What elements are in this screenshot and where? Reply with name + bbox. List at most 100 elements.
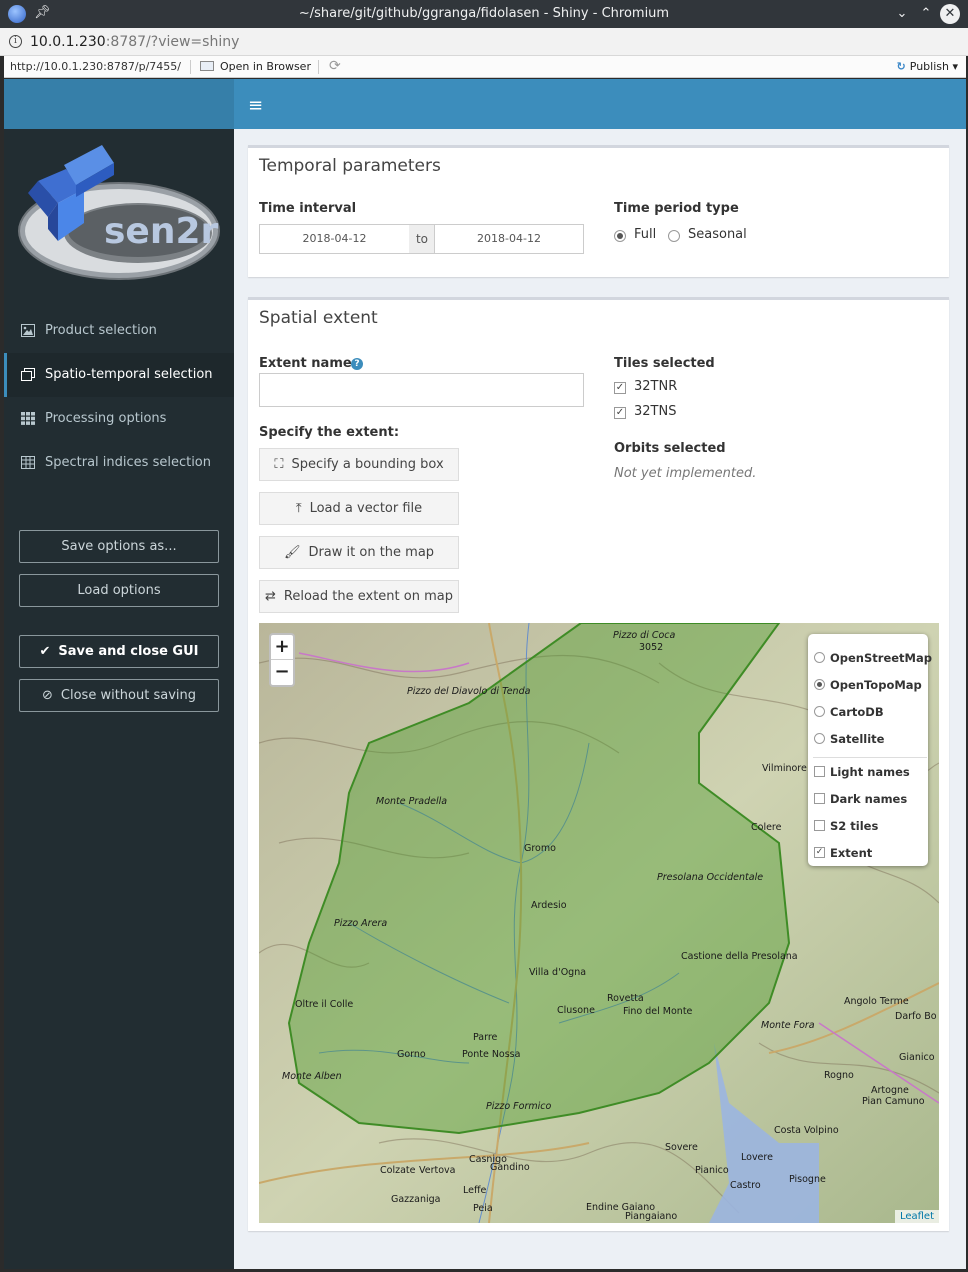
map-place-label: Castione della Presolana: [681, 951, 798, 962]
map-place-label: Rogno: [824, 1070, 854, 1081]
temporal-parameters-box: Temporal parameters Time interval 2018-0…: [248, 145, 949, 277]
toolbar-divider: [318, 60, 319, 74]
draw-on-map-button[interactable]: 🖌︎ Draw it on the map: [259, 536, 459, 569]
overlay-label: Dark names: [830, 792, 908, 806]
viewer-url: http://10.0.1.230:8787/p/7455/: [10, 60, 181, 73]
save-and-close-button[interactable]: ✔ Save and close GUI: [19, 635, 219, 668]
upload-icon: ⤒: [295, 501, 302, 516]
zoom-out-button[interactable]: −: [271, 660, 293, 685]
sen2r-logo: sen2r: [18, 145, 220, 280]
overlay-checkbox[interactable]: ✓: [814, 847, 825, 858]
reload-extent-label: Reload the extent on map: [283, 589, 453, 604]
spatial-box-title: Spatial extent: [259, 308, 378, 328]
layer-radio[interactable]: [814, 733, 825, 744]
sidebar-item-processing-options[interactable]: Processing options: [4, 397, 234, 441]
time-interval-label: Time interval: [259, 201, 357, 216]
load-options-button[interactable]: Load options: [19, 574, 219, 607]
window-titlebar: 📌︎ ~/share/git/github/ggranga/fidolasen …: [0, 0, 968, 28]
map-place-label: Pizzo Formico: [486, 1101, 552, 1112]
overlay-checkbox[interactable]: [814, 793, 825, 804]
map-place-label: Castro: [730, 1180, 761, 1191]
map-place-label: Gandino: [490, 1162, 530, 1173]
map-place-label: Monte Pradella: [376, 796, 448, 807]
layer-radio[interactable]: [814, 706, 825, 717]
sidebar-item-spatio-temporal-selection[interactable]: Spatio-temporal selection: [4, 353, 234, 397]
toolbar-divider: [190, 60, 191, 74]
period-seasonal-radio[interactable]: [668, 230, 680, 242]
leaflet-map[interactable]: Pizzo di Coca 3052 Pizzo del Diavolo di …: [259, 623, 939, 1223]
calculator-icon: [21, 456, 35, 469]
image-icon: [21, 324, 35, 337]
map-place-label: Ardesio: [531, 900, 567, 911]
viewer-toolbar: http://10.0.1.230:8787/p/7455/ Open in B…: [4, 56, 966, 78]
address-bar: i 10.0.1.230:8787/?view=shiny: [0, 28, 968, 56]
zoom-in-button[interactable]: +: [271, 635, 293, 660]
map-place-label: 3052: [639, 642, 664, 653]
close-without-saving-button[interactable]: ⊘ Close without saving: [19, 679, 219, 712]
maximize-icon[interactable]: ⌃: [916, 4, 936, 24]
sidebar-item-product-selection[interactable]: Product selection: [4, 309, 234, 353]
leaflet-attribution-link[interactable]: Leaflet: [894, 1210, 939, 1223]
grid-icon: [21, 412, 35, 425]
address-host: 10.0.1.230: [30, 34, 106, 50]
map-place-label: Peia: [473, 1203, 493, 1214]
end-date-input[interactable]: 2018-04-12: [434, 224, 584, 254]
open-in-browser-button[interactable]: Open in Browser: [200, 60, 311, 73]
map-place-label: Villa d'Ogna: [529, 967, 587, 978]
tile-32tns-label: 32TNS: [634, 404, 677, 419]
logo-header-area: [4, 79, 234, 129]
start-date-input[interactable]: 2018-04-12: [259, 224, 410, 254]
address-url[interactable]: 10.0.1.230:8787/?view=shiny: [30, 34, 239, 50]
refresh-icon[interactable]: ⟳: [329, 58, 341, 74]
map-place-label: Colere: [751, 822, 782, 833]
reload-extent-button[interactable]: ⇄ Reload the extent on map: [259, 580, 459, 613]
logo-text: sen2r: [104, 211, 219, 252]
tile-32tns-checkbox[interactable]: ✓: [614, 407, 626, 419]
layer-radio[interactable]: [814, 652, 825, 663]
map-place-label: Leffe: [463, 1185, 487, 1196]
specify-bounding-box-button[interactable]: ⛶ Specify a bounding box: [259, 448, 459, 481]
orbits-value: Not yet implemented.: [614, 466, 757, 481]
period-full-radio[interactable]: [614, 230, 626, 242]
map-place-label: Monte Alben: [282, 1071, 342, 1082]
info-icon[interactable]: i: [9, 35, 22, 48]
tile-32tnr-checkbox[interactable]: ✓: [614, 382, 626, 394]
ban-icon: ⊘: [42, 688, 53, 703]
address-path: :8787/?view=shiny: [105, 34, 240, 50]
publish-button[interactable]: ↻ Publish ▾: [897, 60, 958, 73]
layers-divider: [813, 757, 927, 758]
close-window-icon[interactable]: ✕: [940, 4, 960, 24]
layer-radio[interactable]: [814, 679, 825, 690]
map-place-label: Pianico: [695, 1165, 729, 1176]
overlay-checkbox[interactable]: [814, 766, 825, 777]
map-place-label: Rovetta: [607, 993, 644, 1004]
app-header: ≡: [234, 79, 966, 129]
map-place-label: Gorno: [397, 1049, 426, 1060]
layer-label: OpenStreetMap: [830, 651, 932, 665]
map-place-label: Parre: [473, 1032, 498, 1043]
map-place-label: Gromo: [524, 843, 556, 854]
map-place-label: Presolana Occidentale: [657, 872, 764, 883]
open-in-browser-label: Open in Browser: [220, 60, 311, 73]
save-options-as-button[interactable]: Save options as...: [19, 530, 219, 563]
help-icon[interactable]: ?: [351, 358, 363, 370]
sidebar-toggle-icon[interactable]: ≡: [248, 95, 263, 116]
minimize-icon[interactable]: ⌄: [892, 4, 912, 24]
period-seasonal-label: Seasonal: [688, 227, 747, 242]
sidebar: sen2r Product selection Spatio-temporal …: [4, 129, 234, 1269]
layer-label: Satellite: [830, 732, 885, 746]
map-place-label: Colzate: [380, 1165, 416, 1176]
check-icon: ✔: [39, 644, 51, 659]
sidebar-item-label: Spatio-temporal selection: [45, 367, 213, 382]
specify-bounding-box-label: Specify a bounding box: [291, 457, 444, 472]
spatial-extent-box: Spatial extent Extent name: ? Specify th…: [248, 297, 949, 1231]
sidebar-item-label: Processing options: [45, 411, 167, 426]
sidebar-item-spectral-indices-selection[interactable]: Spectral indices selection: [4, 441, 234, 485]
overlay-label: S2 tiles: [830, 819, 879, 833]
extent-name-input[interactable]: [259, 373, 584, 407]
overlay-checkbox[interactable]: [814, 820, 825, 831]
shiny-app: ≡ sen2r Product selection Spatio-tempora…: [4, 79, 966, 1269]
load-vector-file-button[interactable]: ⤒ Load a vector file: [259, 492, 459, 525]
map-place-label: Angolo Terme: [844, 996, 909, 1007]
map-place-label: Oltre il Colle: [295, 999, 354, 1010]
